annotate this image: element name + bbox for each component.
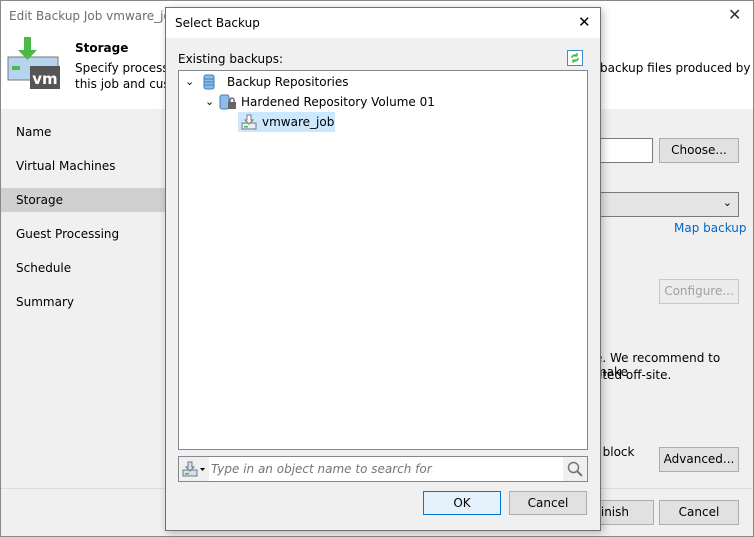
choose-button[interactable]: Choose... bbox=[659, 138, 739, 163]
backup-job-icon bbox=[182, 461, 205, 477]
nav-item-name[interactable]: Name bbox=[1, 120, 166, 144]
header-desc-right: backup files produced by bbox=[600, 61, 751, 75]
existing-backups-label: Existing backups: bbox=[178, 52, 284, 66]
chevron-down-icon[interactable]: ⌄ bbox=[205, 92, 219, 112]
window-close-icon[interactable]: ✕ bbox=[728, 5, 741, 24]
tree-node-label: Backup Repositories bbox=[227, 75, 349, 89]
dialog-cancel-button[interactable]: Cancel bbox=[509, 491, 587, 515]
tree-node-label: Hardened Repository Volume 01 bbox=[241, 95, 435, 109]
nav-item-summary[interactable]: Summary bbox=[1, 290, 166, 314]
nav-item-virtual-machines[interactable]: Virtual Machines bbox=[1, 154, 166, 178]
map-backup-link[interactable]: Map backup bbox=[674, 221, 747, 235]
object-type-dropdown[interactable] bbox=[179, 457, 209, 481]
database-icon bbox=[203, 74, 215, 90]
search-icon[interactable] bbox=[563, 457, 587, 481]
hardened-repository-icon bbox=[219, 94, 236, 110]
ok-button[interactable]: OK bbox=[423, 491, 501, 515]
cancel-button[interactable]: Cancel bbox=[659, 500, 739, 525]
search-input[interactable] bbox=[209, 458, 563, 480]
select-backup-dialog: Select Backup ✕ Existing backups: ⌄ Back… bbox=[165, 7, 601, 531]
tree-node-backup-repositories[interactable]: ⌄ Backup Repositories bbox=[179, 72, 587, 92]
chevron-down-icon: ⌄ bbox=[722, 196, 732, 209]
configure-button[interactable]: Configure... bbox=[659, 279, 739, 304]
dialog-title: Select Backup bbox=[175, 16, 260, 30]
nav-item-guest-processing[interactable]: Guest Processing bbox=[1, 222, 166, 246]
backup-job-icon bbox=[241, 114, 257, 130]
tree-node-hardened-repository[interactable]: ⌄ Hardened Repository Volume 01 bbox=[179, 92, 587, 112]
refresh-icon[interactable] bbox=[567, 50, 583, 66]
nav-item-schedule[interactable]: Schedule bbox=[1, 256, 166, 280]
nav-item-storage[interactable]: Storage bbox=[1, 188, 166, 212]
storage-vm-icon: vm bbox=[7, 37, 61, 91]
advanced-button[interactable]: Advanced... bbox=[659, 447, 739, 472]
dialog-titlebar: Select Backup ✕ bbox=[166, 8, 600, 38]
window-title: Edit Backup Job vmware_job bbox=[9, 9, 179, 23]
backup-dropdown[interactable]: ⌄ bbox=[591, 192, 739, 217]
tree-node-label: vmware_job bbox=[262, 115, 335, 129]
backup-tree[interactable]: ⌄ Backup Repositories ⌄ Hardened Reposit… bbox=[178, 70, 588, 450]
tree-node-vmware-job[interactable]: vmware_job bbox=[238, 112, 335, 132]
chevron-down-icon[interactable]: ⌄ bbox=[185, 72, 199, 92]
svg-text:vm: vm bbox=[32, 70, 57, 88]
recommend-text-2: ated off-site. bbox=[595, 368, 672, 382]
header-title: Storage bbox=[75, 41, 129, 55]
search-box[interactable] bbox=[178, 456, 588, 482]
dialog-close-icon[interactable]: ✕ bbox=[578, 13, 591, 31]
